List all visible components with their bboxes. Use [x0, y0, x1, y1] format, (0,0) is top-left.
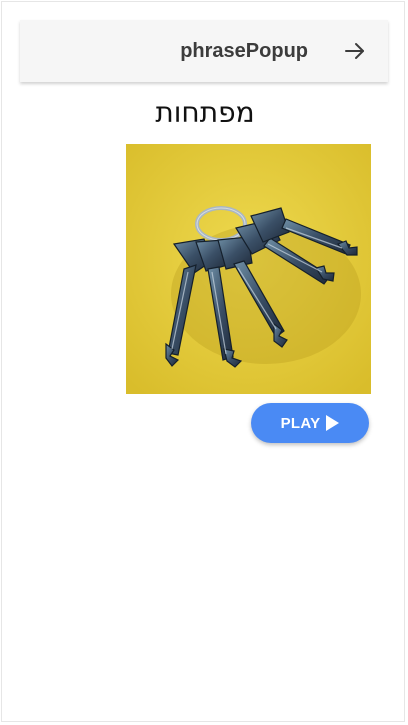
app-bar-title: phrasePopup — [180, 40, 308, 62]
app-bar: phrasePopup — [20, 20, 388, 82]
play-button-label: PLAY — [280, 414, 321, 432]
arrow-right-icon[interactable] — [340, 36, 370, 66]
keys-photo — [126, 144, 371, 394]
phrase-word: מפתחות — [155, 96, 255, 129]
play-button[interactable]: PLAY — [251, 403, 369, 443]
play-icon — [326, 415, 340, 431]
